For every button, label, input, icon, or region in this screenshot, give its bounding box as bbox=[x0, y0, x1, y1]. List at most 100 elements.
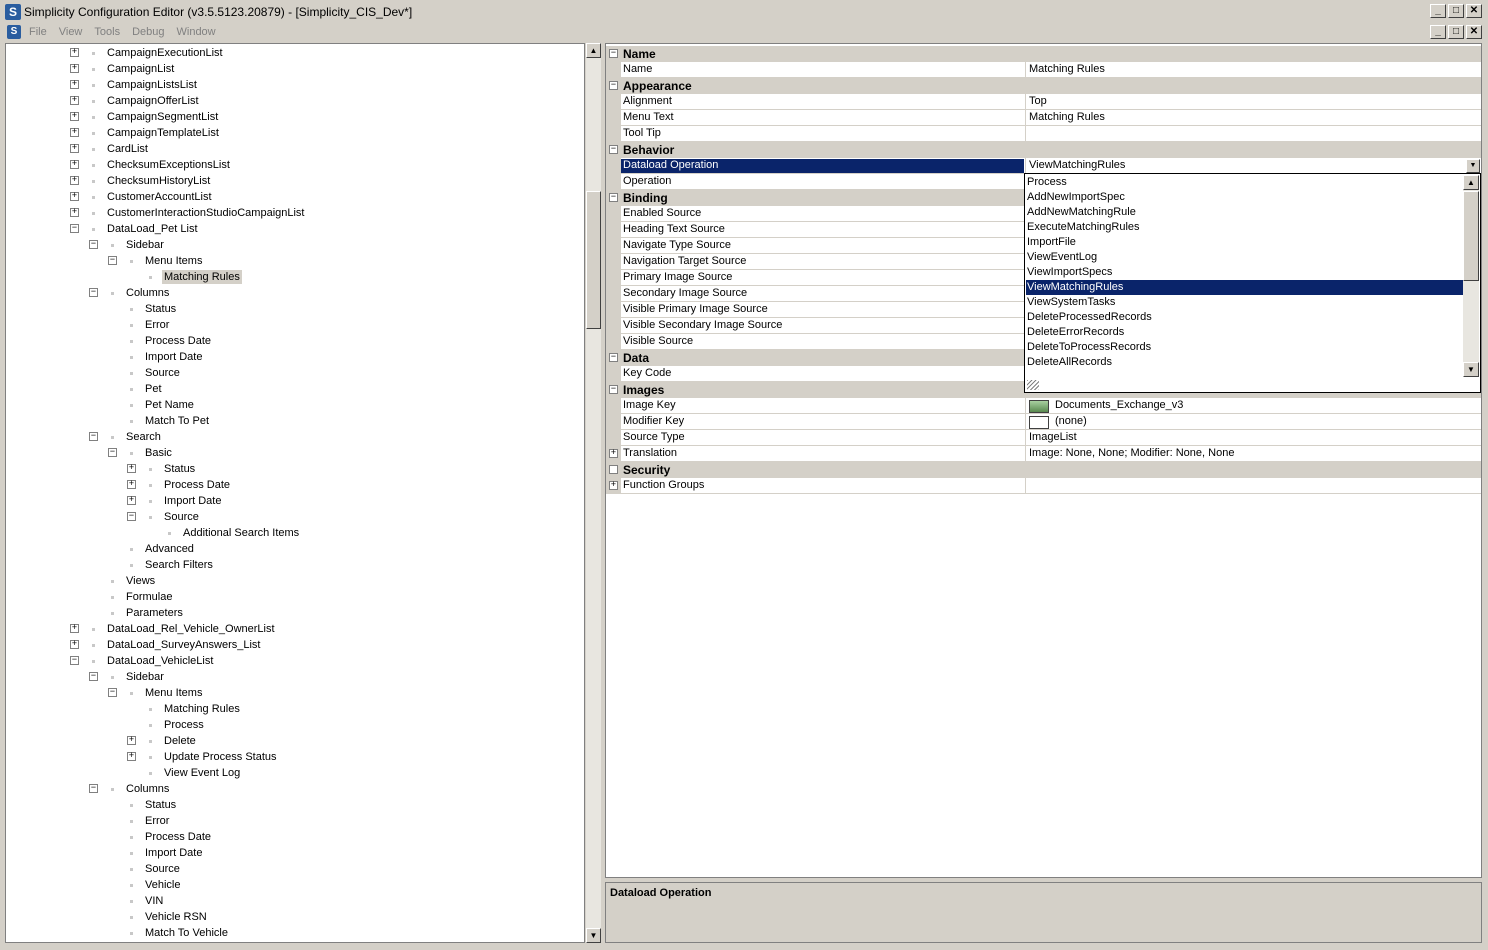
tree-node-label[interactable]: Status bbox=[162, 462, 197, 476]
property-name[interactable]: Translation bbox=[623, 447, 677, 459]
tree-node-label[interactable]: Match To Vehicle bbox=[143, 926, 230, 940]
property-name[interactable]: Secondary Image Source bbox=[623, 287, 747, 299]
expand-icon[interactable]: + bbox=[70, 160, 79, 169]
tree-node-label[interactable]: Menu Items bbox=[143, 254, 204, 268]
tree-node-label[interactable]: Search bbox=[124, 430, 163, 444]
tree-node-label[interactable]: View Event Log bbox=[162, 766, 242, 780]
tree-node-label[interactable]: DataLoad_SurveyAnswers_List bbox=[105, 638, 262, 652]
tree-node-label[interactable]: Formulae bbox=[124, 590, 174, 604]
dropdown-option[interactable]: DeleteErrorRecords bbox=[1026, 325, 1463, 340]
dropdown-option[interactable]: Process bbox=[1026, 175, 1463, 190]
collapse-icon[interactable]: − bbox=[89, 288, 98, 297]
column-divider[interactable] bbox=[1025, 110, 1026, 126]
collapse-icon[interactable]: − bbox=[609, 145, 618, 154]
property-name[interactable]: Function Groups bbox=[623, 479, 704, 491]
column-divider[interactable] bbox=[1025, 414, 1026, 430]
scroll-down-icon[interactable]: ▼ bbox=[1463, 362, 1479, 377]
tree-node-label[interactable]: Pet bbox=[143, 382, 164, 396]
expand-icon[interactable]: + bbox=[609, 449, 618, 458]
tree-node-label[interactable]: Update Process Status bbox=[162, 750, 279, 764]
property-name[interactable]: Menu Text bbox=[623, 111, 674, 123]
collapse-icon[interactable]: − bbox=[609, 49, 618, 58]
expand-icon[interactable]: + bbox=[70, 128, 79, 137]
tree-node-label[interactable]: ChecksumExceptionsList bbox=[105, 158, 232, 172]
tree-node-label[interactable]: Sidebar bbox=[124, 238, 166, 252]
column-divider[interactable] bbox=[1025, 446, 1026, 462]
property-name[interactable]: Key Code bbox=[623, 367, 671, 379]
column-divider[interactable] bbox=[1025, 126, 1026, 142]
menu-view[interactable]: View bbox=[59, 26, 83, 38]
dropdown-option[interactable]: ViewSystemTasks bbox=[1026, 295, 1463, 310]
property-category[interactable]: − Name bbox=[606, 46, 1481, 62]
column-divider[interactable] bbox=[1025, 398, 1026, 414]
dropdown-arrow-icon[interactable]: ▼ bbox=[1466, 159, 1480, 173]
dropdown-option[interactable]: AddNewMatchingRule bbox=[1026, 205, 1463, 220]
tree-node-label[interactable]: CampaignTemplateList bbox=[105, 126, 221, 140]
property-row[interactable]: Modifier Key (none) bbox=[606, 414, 1481, 430]
property-name[interactable]: Tool Tip bbox=[623, 127, 661, 139]
mdi-minimize-button[interactable]: _ bbox=[1430, 25, 1446, 39]
dropdown-option[interactable]: ViewImportSpecs bbox=[1026, 265, 1463, 280]
collapse-icon[interactable]: − bbox=[609, 353, 618, 362]
property-name[interactable]: Name bbox=[623, 63, 652, 75]
tree-node-label[interactable]: DataLoad_Rel_Vehicle_OwnerList bbox=[105, 622, 277, 636]
expand-icon[interactable]: + bbox=[127, 480, 136, 489]
tree-node-label[interactable]: CardList bbox=[105, 142, 150, 156]
expand-icon[interactable]: + bbox=[70, 192, 79, 201]
property-row[interactable]: Image Key Documents_Exchange_v3 bbox=[606, 398, 1481, 414]
resize-grip-icon[interactable] bbox=[1027, 380, 1039, 390]
tree-node-label[interactable]: DataLoad_Pet List bbox=[105, 222, 200, 236]
property-name[interactable]: Operation bbox=[623, 175, 671, 187]
tree-node-label[interactable]: Menu Items bbox=[143, 686, 204, 700]
property-name[interactable]: Visible Secondary Image Source bbox=[623, 319, 782, 331]
document-icon[interactable]: S bbox=[7, 25, 21, 39]
tree-scrollbar[interactable]: ▲ ▼ bbox=[586, 43, 601, 943]
tree-node-label[interactable]: CampaignOfferList bbox=[105, 94, 201, 108]
property-name[interactable]: Enabled Source bbox=[623, 207, 701, 219]
collapse-icon[interactable]: − bbox=[89, 240, 98, 249]
dropdown-option[interactable]: AddNewImportSpec bbox=[1026, 190, 1463, 205]
collapse-icon[interactable] bbox=[609, 465, 618, 474]
expand-icon[interactable]: + bbox=[70, 96, 79, 105]
tree-node-label[interactable]: CustomerAccountList bbox=[105, 190, 214, 204]
property-name[interactable]: Modifier Key bbox=[623, 415, 684, 427]
property-name[interactable]: Navigation Target Source bbox=[623, 255, 746, 267]
collapse-icon[interactable]: − bbox=[70, 224, 79, 233]
property-category[interactable]: − Appearance bbox=[606, 78, 1481, 94]
dropdown-scrollbar[interactable]: ▲ ▼ bbox=[1463, 175, 1479, 377]
property-name[interactable]: Alignment bbox=[623, 95, 672, 107]
property-name[interactable]: Dataload Operation bbox=[621, 159, 1024, 173]
menu-file[interactable]: File bbox=[29, 26, 47, 38]
collapse-icon[interactable]: − bbox=[609, 81, 618, 90]
tree-node-label[interactable]: Source bbox=[143, 862, 182, 876]
column-divider[interactable] bbox=[1025, 62, 1026, 78]
tree-node-label[interactable]: Search Filters bbox=[143, 558, 215, 572]
property-name[interactable]: Image Key bbox=[623, 399, 676, 411]
expand-icon[interactable]: + bbox=[70, 176, 79, 185]
property-grid[interactable]: − Name Name Matching Rules − Appearance Alignm… bbox=[605, 43, 1482, 878]
dropdown-option[interactable]: ExecuteMatchingRules bbox=[1026, 220, 1463, 235]
tree-node-label[interactable]: Import Date bbox=[162, 494, 223, 508]
collapse-icon[interactable]: − bbox=[127, 512, 136, 521]
tree-node-label[interactable]: Source bbox=[143, 366, 182, 380]
expand-icon[interactable]: + bbox=[127, 752, 136, 761]
tree-node-label[interactable]: Source bbox=[162, 510, 201, 524]
mdi-close-button[interactable]: ✕ bbox=[1466, 25, 1482, 39]
tree-node-label[interactable]: Matching Rules bbox=[162, 702, 242, 716]
property-name[interactable]: Primary Image Source bbox=[623, 271, 732, 283]
property-category[interactable]: − Behavior bbox=[606, 142, 1481, 158]
tree-node-label[interactable]: Advanced bbox=[143, 542, 196, 556]
property-row[interactable]: + Function Groups bbox=[606, 478, 1481, 494]
column-divider[interactable] bbox=[1025, 478, 1026, 494]
tree-node-label[interactable]: CustomerInteractionStudioCampaignList bbox=[105, 206, 307, 220]
tree-node-label[interactable]: Additional Search Items bbox=[181, 526, 301, 540]
tree-node-label[interactable]: Basic bbox=[143, 446, 174, 460]
tree-node-label[interactable]: CampaignExecutionList bbox=[105, 46, 225, 60]
tree-node-label[interactable]: Error bbox=[143, 318, 171, 332]
property-row[interactable]: Source Type ImageList bbox=[606, 430, 1481, 446]
collapse-icon[interactable]: − bbox=[89, 672, 98, 681]
collapse-icon[interactable]: − bbox=[89, 784, 98, 793]
tree-node-label[interactable]: Vehicle bbox=[143, 878, 182, 892]
scroll-up-icon[interactable]: ▲ bbox=[586, 43, 601, 58]
expand-icon[interactable]: + bbox=[70, 112, 79, 121]
